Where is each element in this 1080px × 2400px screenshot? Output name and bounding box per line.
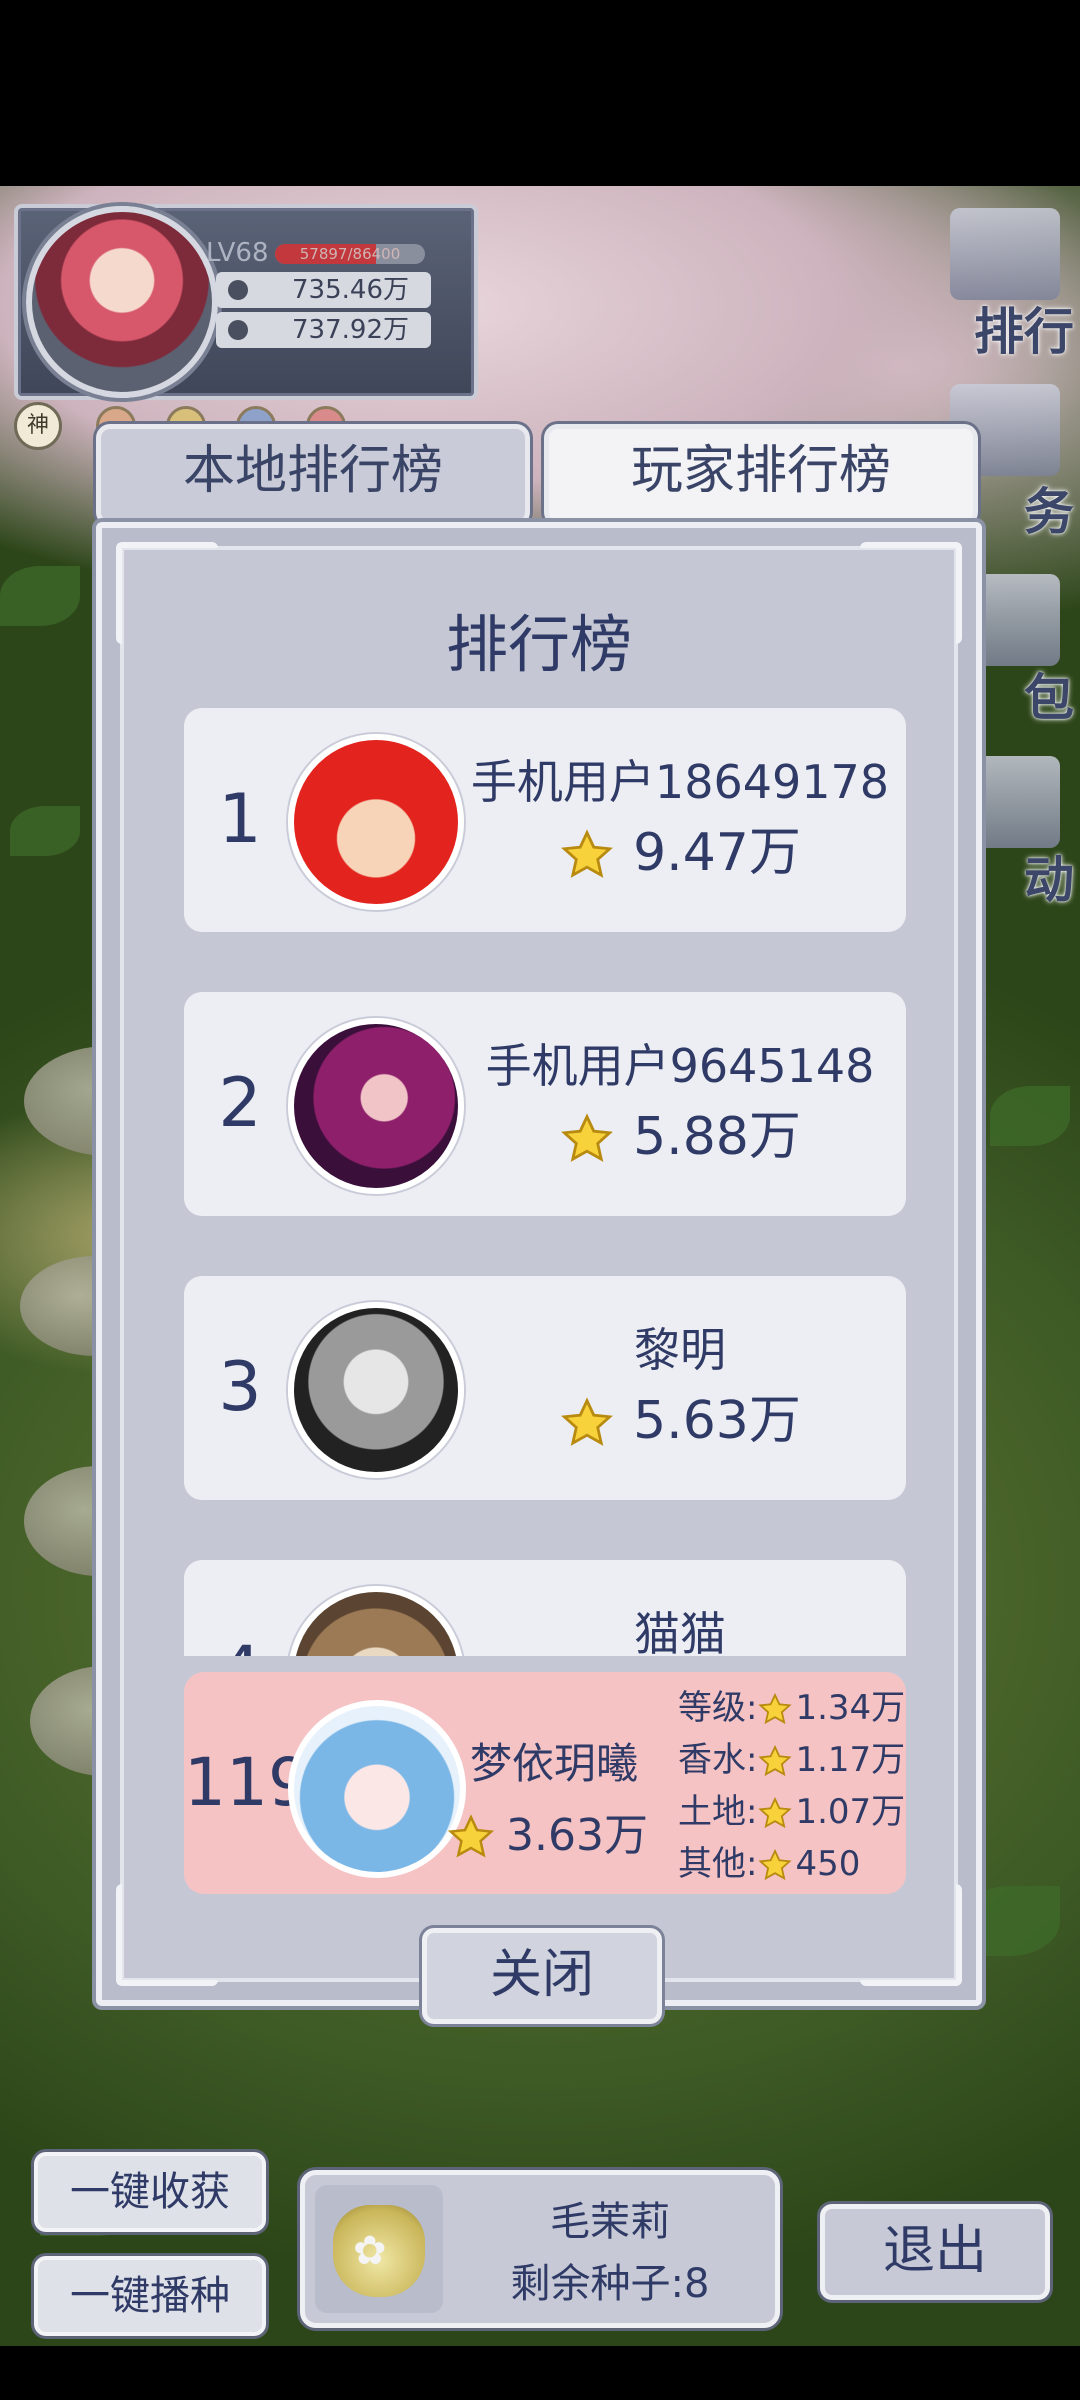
god-badge[interactable]: 神: [14, 402, 62, 450]
close-button[interactable]: 关闭: [422, 1928, 662, 2024]
rank-number: 1: [218, 780, 262, 859]
ranking-row[interactable]: 1 手机用户18649178 9.47万: [184, 708, 906, 932]
rank-number: 2: [218, 1064, 262, 1143]
player-name: 黎明: [634, 1323, 726, 1377]
rank-number: 3: [218, 1348, 262, 1427]
player-avatar[interactable]: [26, 206, 218, 398]
stat-row-1: 735.46万: [216, 272, 431, 308]
breakdown-level: 等级: 1.34万: [678, 1682, 906, 1734]
seed-name: 毛茉莉: [550, 2199, 670, 2245]
breakdown-other: 其他: 450: [678, 1838, 904, 1890]
exp-text: 57897/86400: [299, 245, 401, 263]
player-level: LV68: [206, 238, 269, 268]
my-name: 梦依玥曦: [470, 1739, 639, 1788]
exp-bar: 57897/86400: [275, 244, 425, 264]
frame-corner: [860, 1884, 962, 1986]
breakdown-label: 其他:: [678, 1844, 758, 1884]
panel-title: 排行榜: [445, 608, 632, 681]
seed-count: 剩余种子:8: [510, 2261, 710, 2307]
player-name: 手机用户9645148: [485, 1039, 875, 1093]
stat-value-2: 737.92万: [292, 315, 409, 345]
my-ranking-row: 119 梦依玥曦 3.63万 等级: 1.34万 香水: 1.17万 土地: 1.07…: [184, 1672, 906, 1894]
ranking-row[interactable]: 4 猫猫: [184, 1560, 906, 1656]
player-name: 手机用户18649178: [470, 755, 890, 809]
leaf-icon: [228, 320, 248, 340]
side-menu-label: 包: [1024, 669, 1074, 727]
score: 9.47万: [460, 820, 900, 886]
exit-button[interactable]: 退出: [820, 2204, 1050, 2300]
side-menu-label: 动: [1024, 851, 1074, 909]
score-value: 5.88万: [633, 1107, 801, 1167]
leaf-decoration: [10, 806, 80, 856]
score-value: 9.47万: [633, 823, 801, 883]
breakdown-value: 1.07万: [795, 1792, 906, 1832]
breakdown-label: 土地:: [678, 1792, 758, 1832]
ranking-icon: [950, 208, 1060, 300]
ranking-panel: 排行榜 1 手机用户18649178 9.47万 2 手机用户9645148 5…: [96, 522, 982, 2006]
star-icon: [757, 1796, 793, 1832]
ranking-row[interactable]: 3 黎明 5.63万: [184, 1276, 906, 1500]
ranking-row[interactable]: 2 手机用户9645148 5.88万: [184, 992, 906, 1216]
star-icon: [559, 828, 615, 884]
leaf-decoration: [0, 566, 80, 626]
score-breakdown: 等级: 1.34万 香水: 1.17万 土地: 1.07万 其他: 450: [678, 1682, 906, 1890]
rank-number: 4: [202, 1560, 278, 1656]
monkey-avatar: [288, 734, 464, 910]
score: 5.88万: [460, 1104, 900, 1170]
score: 5.63万: [460, 1388, 900, 1454]
my-score-value: 3.63万: [506, 1810, 648, 1861]
stat-row-2: 737.92万: [216, 312, 431, 348]
breakdown-value: 450: [795, 1844, 861, 1884]
jasmine-flower-icon: ✿: [353, 2228, 387, 2274]
side-menu-label: 务: [1024, 483, 1074, 541]
heart-icon: [228, 280, 248, 300]
breakdown-label: 香水:: [678, 1740, 758, 1780]
monochrome-portrait-avatar: [288, 1302, 464, 1478]
seed-selector[interactable]: ✿ 毛茉莉 剩余种子:8: [300, 2170, 780, 2328]
breakdown-value: 1.34万: [795, 1688, 906, 1728]
harvest-all-button[interactable]: 一键收获: [34, 2152, 266, 2232]
side-menu-label: 排行: [974, 303, 1074, 361]
score-value: 5.63万: [633, 1391, 801, 1451]
my-avatar: [288, 1700, 466, 1878]
my-score: 3.63万: [446, 1808, 648, 1864]
breakdown-label: 等级:: [678, 1688, 758, 1728]
leaf-decoration: [990, 1086, 1070, 1146]
stat-value-1: 735.46万: [292, 275, 409, 305]
sow-all-button[interactable]: 一键播种: [34, 2256, 266, 2336]
purple-hair-avatar: [288, 1018, 464, 1194]
breakdown-land: 土地: 1.07万: [678, 1786, 906, 1838]
side-menu-ranking[interactable]: 排行: [924, 208, 1074, 361]
seed-bag-icon: ✿: [315, 2185, 443, 2313]
my-rank-number: 119: [184, 1744, 310, 1821]
breakdown-perfume: 香水: 1.17万: [678, 1734, 906, 1786]
breakdown-value: 1.17万: [795, 1740, 906, 1780]
star-icon: [757, 1692, 793, 1728]
ranking-list[interactable]: 1 手机用户18649178 9.47万 2 手机用户9645148 5.88万…: [184, 708, 906, 1656]
star-icon: [757, 1848, 793, 1884]
tab-local-ranking[interactable]: 本地排行榜: [96, 424, 530, 526]
star-icon: [446, 1813, 496, 1863]
system-navigation-bar: [0, 2346, 1080, 2400]
tab-player-ranking[interactable]: 玩家排行榜: [544, 424, 978, 526]
frame-corner: [116, 1884, 218, 1986]
star-icon: [757, 1744, 793, 1780]
star-icon: [559, 1396, 615, 1452]
star-icon: [559, 1112, 615, 1168]
player-name: 猫猫: [634, 1607, 726, 1656]
cat-avatar: [288, 1586, 464, 1656]
